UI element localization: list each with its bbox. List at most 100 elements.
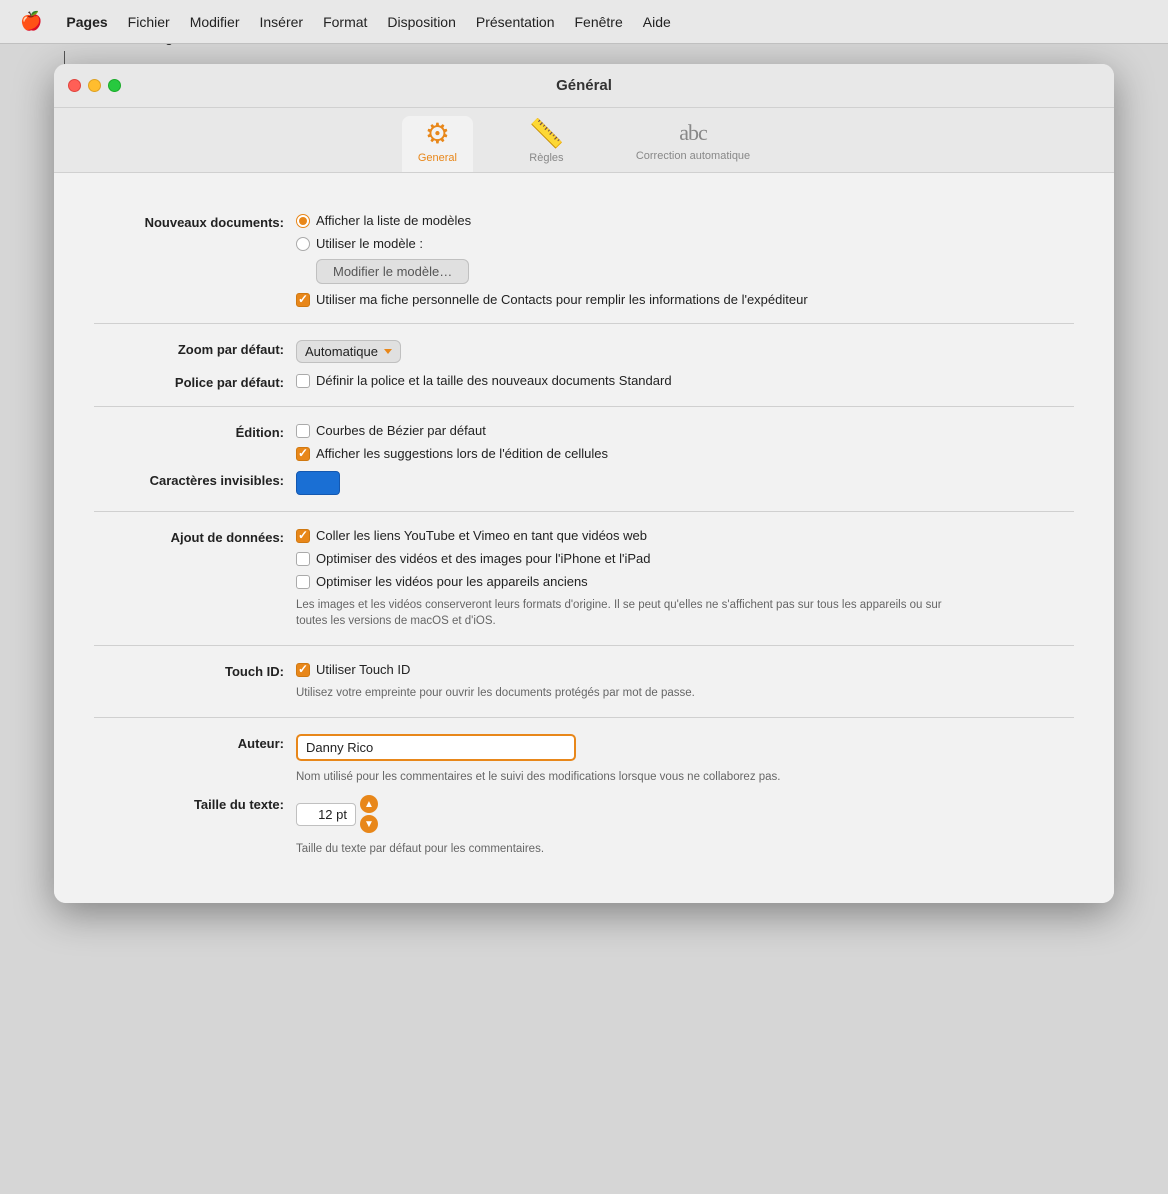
radio-utiliser-modele[interactable] [296,237,310,251]
row-zoom: Zoom par défaut: Automatique [94,340,1074,363]
content-ajout: Coller les liens YouTube et Vimeo en tan… [296,528,1074,629]
label-nouveaux-documents: Nouveaux documents: [94,213,284,230]
checkbox-optimiser-videos-label: Optimiser des vidéos et des images pour … [316,551,650,566]
zoom-value: Automatique [305,344,378,359]
section-edition: Édition: Courbes de Bézier par défaut Af… [94,407,1074,512]
label-zoom: Zoom par défaut: [94,340,284,357]
row-ajout: Ajout de données: Coller les liens YouTu… [94,528,1074,629]
content-zoom: Automatique [296,340,1074,363]
taille-hint: Taille du texte par défaut pour les comm… [296,841,976,857]
minimize-button[interactable] [88,79,101,92]
traffic-lights [68,79,121,92]
stepper-up-button[interactable]: ▲ [360,795,378,813]
tab-correction[interactable]: abc Correction automatique [620,116,766,172]
checkbox-contacts[interactable] [296,293,310,307]
label-auteur: Auteur: [94,734,284,751]
checkbox-police[interactable] [296,374,310,388]
apple-menu[interactable]: 🍎 [12,7,50,36]
checkbox-row-bezier[interactable]: Courbes de Bézier par défaut [296,423,1074,438]
row-auteur: Auteur: Nom utilisé pour les commentaire… [94,734,1074,785]
menu-inserer[interactable]: Insérer [251,10,311,34]
touchid-hint: Utilisez votre empreinte pour ouvrir les… [296,685,976,701]
label-police: Police par défaut: [94,373,284,390]
tab-general[interactable]: ⚙ General [402,116,473,172]
menu-fichier[interactable]: Fichier [120,10,178,34]
ajout-hint: Les images et les vidéos conserveront le… [296,597,976,629]
content-touchid: Utiliser Touch ID Utilisez votre emprein… [296,662,1074,701]
row-caracteres: Caractères invisibles: [94,471,1074,495]
section-ajout-donnees: Ajout de données: Coller les liens YouTu… [94,512,1074,646]
checkbox-youtube[interactable] [296,529,310,543]
checkbox-suggestions[interactable] [296,447,310,461]
gear-icon: ⚙ [425,120,450,148]
checkbox-bezier-label: Courbes de Bézier par défaut [316,423,486,438]
menu-pages[interactable]: Pages [58,10,115,34]
radio-afficher-label: Afficher la liste de modèles [316,213,471,228]
menu-fenetre[interactable]: Fenêtre [567,10,631,34]
checkbox-youtube-label: Coller les liens YouTube et Vimeo en tan… [316,528,647,543]
content-police: Définir la police et la taille des nouve… [296,373,1074,388]
checkbox-row-optimiser-anciens[interactable]: Optimiser les vidéos pour les appareils … [296,574,1074,589]
tab-general-label: General [418,152,457,164]
checkbox-touchid-label: Utiliser Touch ID [316,662,410,677]
content-edition: Courbes de Bézier par défaut Afficher le… [296,423,1074,461]
checkbox-optimiser-anciens-label: Optimiser les vidéos pour les appareils … [316,574,588,589]
ruler-icon: 📏 [529,120,564,148]
menu-presentation[interactable]: Présentation [468,10,563,34]
row-taille: Taille du texte: ▲ ▼ Taille du texte par… [94,795,1074,857]
checkbox-optimiser-anciens[interactable] [296,575,310,589]
stepper-down-button[interactable]: ▼ [360,815,378,833]
tab-regles[interactable]: 📏 Règles [513,116,580,172]
stepper-row: ▲ ▼ [296,795,1074,833]
checkbox-contacts-label: Utiliser ma fiche personnelle de Contact… [316,292,808,307]
checkbox-row-contacts[interactable]: Utiliser ma fiche personnelle de Contact… [296,292,1074,307]
checkbox-row-touchid[interactable]: Utiliser Touch ID [296,662,1074,677]
checkbox-suggestions-label: Afficher les suggestions lors de l'éditi… [316,446,608,461]
checkbox-row-optimiser-videos[interactable]: Optimiser des vidéos et des images pour … [296,551,1074,566]
checkbox-touchid[interactable] [296,663,310,677]
abc-icon: abc [679,120,707,146]
menu-modifier[interactable]: Modifier [182,10,248,34]
preferences-window: Général ⚙ General 📏 Règles abc Correctio… [54,64,1114,903]
content-auteur: Nom utilisé pour les commentaires et le … [296,734,1074,785]
content-nouveaux-documents: Afficher la liste de modèles Utiliser le… [296,213,1074,307]
radio-afficher-liste[interactable] [296,214,310,228]
menu-aide[interactable]: Aide [635,10,679,34]
section-nouveaux-documents: Nouveaux documents: Afficher la liste de… [94,197,1074,324]
content-caracteres [296,471,1074,495]
tab-correction-label: Correction automatique [636,150,750,162]
menu-disposition[interactable]: Disposition [379,10,463,34]
row-police: Police par défaut: Définir la police et … [94,373,1074,390]
label-caracteres: Caractères invisibles: [94,471,284,488]
menubar: 🍎 Pages Fichier Modifier Insérer Format … [0,0,1168,44]
zoom-dropdown-arrow [384,349,392,354]
section-auteur-taille: Auteur: Nom utilisé pour les commentaire… [94,718,1074,873]
menu-format[interactable]: Format [315,10,375,34]
row-touchid: Touch ID: Utiliser Touch ID Utilisez vot… [94,662,1074,701]
font-size-input[interactable] [296,803,356,826]
zoom-dropdown[interactable]: Automatique [296,340,401,363]
titlebar: Général [54,64,1114,108]
author-input[interactable] [296,734,576,761]
window-title: Général [556,77,612,94]
maximize-button[interactable] [108,79,121,92]
checkbox-optimiser-videos[interactable] [296,552,310,566]
label-touchid: Touch ID: [94,662,284,679]
tab-regles-label: Règles [529,152,563,164]
color-swatch-invisible[interactable] [296,471,340,495]
checkbox-row-police[interactable]: Définir la police et la taille des nouve… [296,373,1074,388]
checkbox-row-youtube[interactable]: Coller les liens YouTube et Vimeo en tan… [296,528,1074,543]
radio-row-afficher[interactable]: Afficher la liste de modèles [296,213,1074,228]
toolbar: ⚙ General 📏 Règles abc Correction automa… [54,108,1114,173]
section-zoom-police: Zoom par défaut: Automatique Police par … [94,324,1074,407]
row-edition: Édition: Courbes de Bézier par défaut Af… [94,423,1074,461]
auteur-hint: Nom utilisé pour les commentaires et le … [296,769,976,785]
radio-row-utiliser[interactable]: Utiliser le modèle : [296,236,1074,251]
content-area: Nouveaux documents: Afficher la liste de… [54,173,1114,903]
row-nouveaux-documents: Nouveaux documents: Afficher la liste de… [94,213,1074,307]
content-taille: ▲ ▼ Taille du texte par défaut pour les … [296,795,1074,857]
checkbox-bezier[interactable] [296,424,310,438]
close-button[interactable] [68,79,81,92]
modify-model-button[interactable]: Modifier le modèle… [316,259,469,284]
checkbox-row-suggestions[interactable]: Afficher les suggestions lors de l'éditi… [296,446,1074,461]
